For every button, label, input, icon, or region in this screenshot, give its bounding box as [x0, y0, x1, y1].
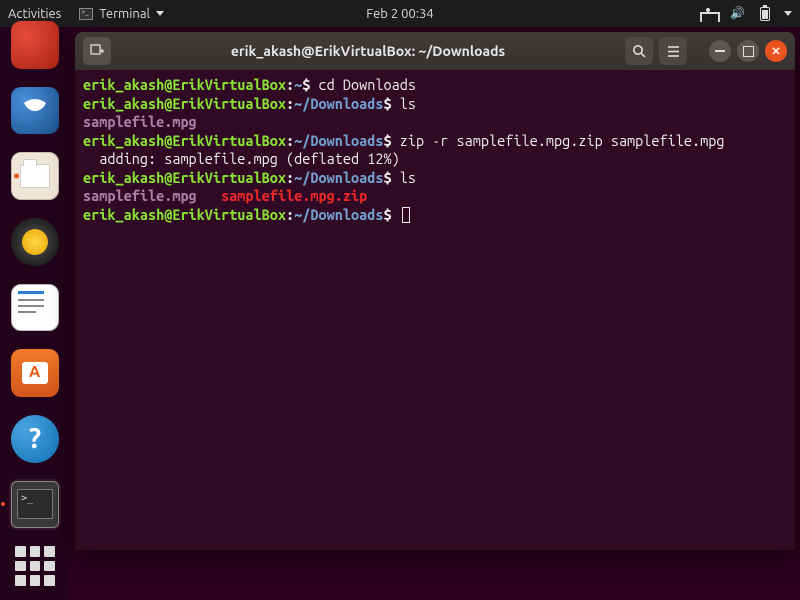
- thunderbird-icon[interactable]: [11, 87, 59, 135]
- menu-button[interactable]: [659, 37, 687, 65]
- libreoffice-writer-icon[interactable]: [11, 284, 59, 332]
- ubuntu-software-icon[interactable]: [11, 349, 59, 397]
- terminal-line: erik_akash@ErikVirtualBox:~$ cd Download…: [83, 76, 787, 95]
- cursor: [402, 207, 410, 223]
- trash-icon[interactable]: [11, 21, 59, 69]
- close-button[interactable]: [765, 40, 787, 62]
- volume-icon: [730, 6, 746, 22]
- new-tab-icon: [90, 44, 104, 58]
- terminal-line: samplefile.mpg: [83, 113, 787, 132]
- network-icon: [700, 6, 716, 22]
- app-menu-label: Terminal: [99, 7, 150, 21]
- search-icon: [632, 44, 647, 59]
- activities-label: Activities: [8, 7, 61, 21]
- chevron-down-icon: [156, 11, 164, 16]
- minimize-button[interactable]: [709, 40, 731, 62]
- gnome-topbar: Activities Terminal Feb 2 00:34: [0, 0, 800, 27]
- terminal-line: erik_akash@ErikVirtualBox:~/Downloads$: [83, 206, 787, 225]
- terminal-line: erik_akash@ErikVirtualBox:~/Downloads$ l…: [83, 95, 787, 114]
- terminal-line: samplefile.mpg samplefile.mpg.zip: [83, 187, 787, 206]
- search-button[interactable]: [625, 37, 653, 65]
- window-title: erik_akash@ErikVirtualBox: ~/Downloads: [117, 43, 619, 59]
- datetime-label: Feb 2 00:34: [366, 7, 433, 21]
- show-applications-icon[interactable]: [15, 546, 55, 586]
- clock[interactable]: Feb 2 00:34: [366, 7, 433, 21]
- rhythmbox-icon[interactable]: [11, 218, 59, 266]
- new-tab-button[interactable]: [83, 37, 111, 65]
- files-icon[interactable]: [11, 152, 59, 200]
- activities-button[interactable]: Activities: [8, 7, 61, 21]
- terminal-line: erik_akash@ErikVirtualBox:~/Downloads$ z…: [83, 132, 787, 151]
- dock: ? >_: [0, 27, 70, 600]
- running-indicator-icon: [14, 174, 19, 179]
- terminal-output[interactable]: erik_akash@ErikVirtualBox:~$ cd Download…: [75, 70, 795, 550]
- chevron-down-icon: [784, 11, 792, 16]
- battery-icon: [760, 7, 770, 21]
- app-menu[interactable]: Terminal: [79, 7, 164, 21]
- status-area[interactable]: [700, 6, 792, 22]
- help-icon[interactable]: ?: [11, 415, 59, 463]
- terminal-window: erik_akash@ErikVirtualBox: ~/Downloads e…: [75, 32, 795, 550]
- titlebar[interactable]: erik_akash@ErikVirtualBox: ~/Downloads: [75, 32, 795, 70]
- terminal-icon: [79, 8, 93, 20]
- terminal-line: erik_akash@ErikVirtualBox:~/Downloads$ l…: [83, 169, 787, 188]
- hamburger-icon: [666, 44, 681, 59]
- terminal-line: adding: samplefile.mpg (deflated 12%): [83, 150, 787, 169]
- maximize-button[interactable]: [737, 40, 759, 62]
- terminal-dock-icon[interactable]: >_: [11, 481, 59, 529]
